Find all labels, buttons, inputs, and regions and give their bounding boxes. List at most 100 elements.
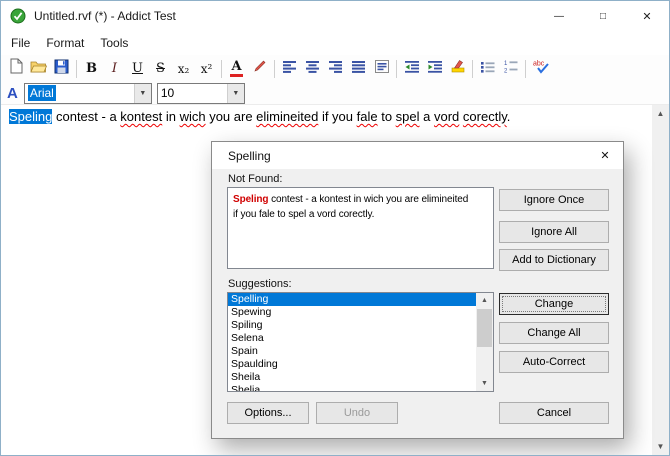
numbered-list-icon: 1 2 — [504, 60, 518, 78]
options-button[interactable]: Options... — [227, 402, 309, 424]
toolbar-separator — [396, 60, 397, 78]
document-text: Speling contest - a kontest in wich you … — [9, 109, 641, 124]
pen-button[interactable] — [248, 57, 271, 80]
close-icon: ✕ — [642, 10, 651, 23]
misspelled-word: corectly — [463, 109, 507, 124]
suggestions-list[interactable]: Spelling Spewing Spiling Selena Spain Sp… — [227, 292, 494, 392]
selected-word: Speling — [9, 109, 52, 124]
spell-check-button[interactable]: abc — [529, 57, 552, 80]
caption-buttons: — □ ✕ — [537, 1, 669, 31]
strikethrough-button[interactable]: S — [149, 57, 172, 80]
suggestion-item[interactable]: Spiling — [228, 319, 476, 332]
suggestions-label: Suggestions: — [228, 278, 292, 290]
align-right-icon — [329, 60, 342, 78]
font-name-combo[interactable]: Arial ▼ — [24, 83, 152, 104]
scroll-down-icon[interactable]: ▼ — [652, 438, 669, 455]
app-icon[interactable] — [10, 8, 26, 24]
bullet-list-button[interactable] — [476, 57, 499, 80]
menu-format[interactable]: Format — [38, 32, 92, 54]
minimize-button[interactable]: — — [537, 1, 581, 31]
numbered-list-button[interactable]: 1 2 — [499, 57, 522, 80]
toolbar-separator — [472, 60, 473, 78]
save-button[interactable] — [50, 57, 73, 80]
not-found-textbox[interactable]: Speling contest - a kontest in wich you … — [227, 187, 494, 269]
minimize-icon: — — [554, 11, 564, 22]
svg-text:2: 2 — [504, 68, 508, 73]
suggestion-item[interactable]: Spain — [228, 345, 476, 358]
auto-correct-button[interactable]: Auto-Correct — [499, 351, 609, 373]
outdent-button[interactable] — [400, 57, 423, 80]
bold-button[interactable]: B — [80, 57, 103, 80]
menu-file[interactable]: File — [3, 32, 38, 54]
toolbar-separator — [76, 60, 77, 78]
ignore-all-button[interactable]: Ignore All — [499, 221, 609, 243]
indent-button[interactable] — [423, 57, 446, 80]
not-found-word: Speling — [233, 194, 268, 205]
new-document-button[interactable] — [4, 57, 27, 80]
subscript-button[interactable]: x₂ — [172, 57, 195, 80]
close-button[interactable]: ✕ — [625, 1, 669, 31]
dialog-close-button[interactable]: ✕ — [587, 142, 623, 169]
dialog-titlebar: Spelling ✕ — [212, 142, 623, 169]
save-icon — [54, 59, 69, 79]
highlight-color-button[interactable] — [446, 57, 469, 80]
menu-tools[interactable]: Tools — [92, 32, 136, 54]
open-button[interactable] — [27, 57, 50, 80]
change-button[interactable]: Change — [499, 293, 609, 315]
italic-button[interactable]: I — [103, 57, 126, 80]
pen-icon — [253, 59, 267, 78]
underline-button[interactable]: U — [126, 57, 149, 80]
document-scrollbar[interactable]: ▲ ▼ — [652, 105, 669, 455]
scroll-down-icon[interactable]: ▼ — [476, 376, 493, 391]
ignore-once-button[interactable]: Ignore Once — [499, 189, 609, 211]
align-left-button[interactable] — [278, 57, 301, 80]
font-size-combo[interactable]: 10 ▼ — [157, 83, 245, 104]
maximize-button[interactable]: □ — [581, 1, 625, 31]
subscript-icon: x₂ — [178, 62, 190, 76]
suggestion-item[interactable]: Spaulding — [228, 358, 476, 371]
paragraph-border-icon — [375, 60, 389, 78]
suggestion-item[interactable]: Selena — [228, 332, 476, 345]
suggestions-scrollbar[interactable]: ▲ ▼ — [476, 293, 493, 391]
new-document-icon — [9, 58, 23, 79]
add-to-dictionary-button[interactable]: Add to Dictionary — [499, 249, 609, 271]
suggestion-item[interactable]: Spelling — [228, 293, 476, 306]
not-found-label: Not Found: — [228, 173, 282, 185]
misspelled-word: wich — [180, 109, 206, 124]
toolbar-separator — [274, 60, 275, 78]
indent-icon — [428, 60, 442, 78]
font-size-dropdown-icon[interactable]: ▼ — [227, 84, 244, 103]
undo-button[interactable]: Undo — [316, 402, 398, 424]
misspelled-word: kontest — [120, 109, 162, 124]
font-icon: A — [7, 85, 18, 102]
suggestion-item[interactable]: Spewing — [228, 306, 476, 319]
toolbar-font: A Arial ▼ 10 ▼ — [1, 82, 669, 105]
suggestion-item[interactable]: Sheila — [228, 371, 476, 384]
misspelled-word: elimineited — [256, 109, 318, 124]
svg-text:1: 1 — [504, 61, 508, 67]
font-color-button[interactable]: A — [225, 57, 248, 80]
superscript-button[interactable]: x² — [195, 57, 218, 80]
font-name-value: Arial — [25, 84, 134, 103]
menubar: File Format Tools — [1, 31, 669, 55]
cancel-button[interactable]: Cancel — [499, 402, 609, 424]
misspelled-word: fale — [357, 109, 378, 124]
window-title: Untitled.rvf (*) - Addict Test — [34, 9, 176, 23]
align-right-button[interactable] — [324, 57, 347, 80]
titlebar: Untitled.rvf (*) - Addict Test — □ ✕ — [1, 1, 669, 31]
svg-text:abc: abc — [533, 60, 545, 67]
scroll-up-icon[interactable]: ▲ — [476, 293, 493, 308]
scroll-up-icon[interactable]: ▲ — [652, 105, 669, 122]
toolbar-separator — [525, 60, 526, 78]
align-center-button[interactable] — [301, 57, 324, 80]
misspelled-word: vord — [434, 109, 459, 124]
font-name-dropdown-icon[interactable]: ▼ — [134, 84, 151, 103]
scrollbar-thumb[interactable] — [477, 309, 492, 347]
suggestion-item[interactable]: Shelia — [228, 384, 476, 392]
justify-button[interactable] — [347, 57, 370, 80]
toolbar-main: B I U S x₂ x² A — [1, 55, 669, 82]
paragraph-border-button[interactable] — [370, 57, 393, 80]
font-size-value: 10 — [158, 84, 227, 103]
change-all-button[interactable]: Change All — [499, 322, 609, 344]
font-color-icon: A — [230, 60, 242, 77]
